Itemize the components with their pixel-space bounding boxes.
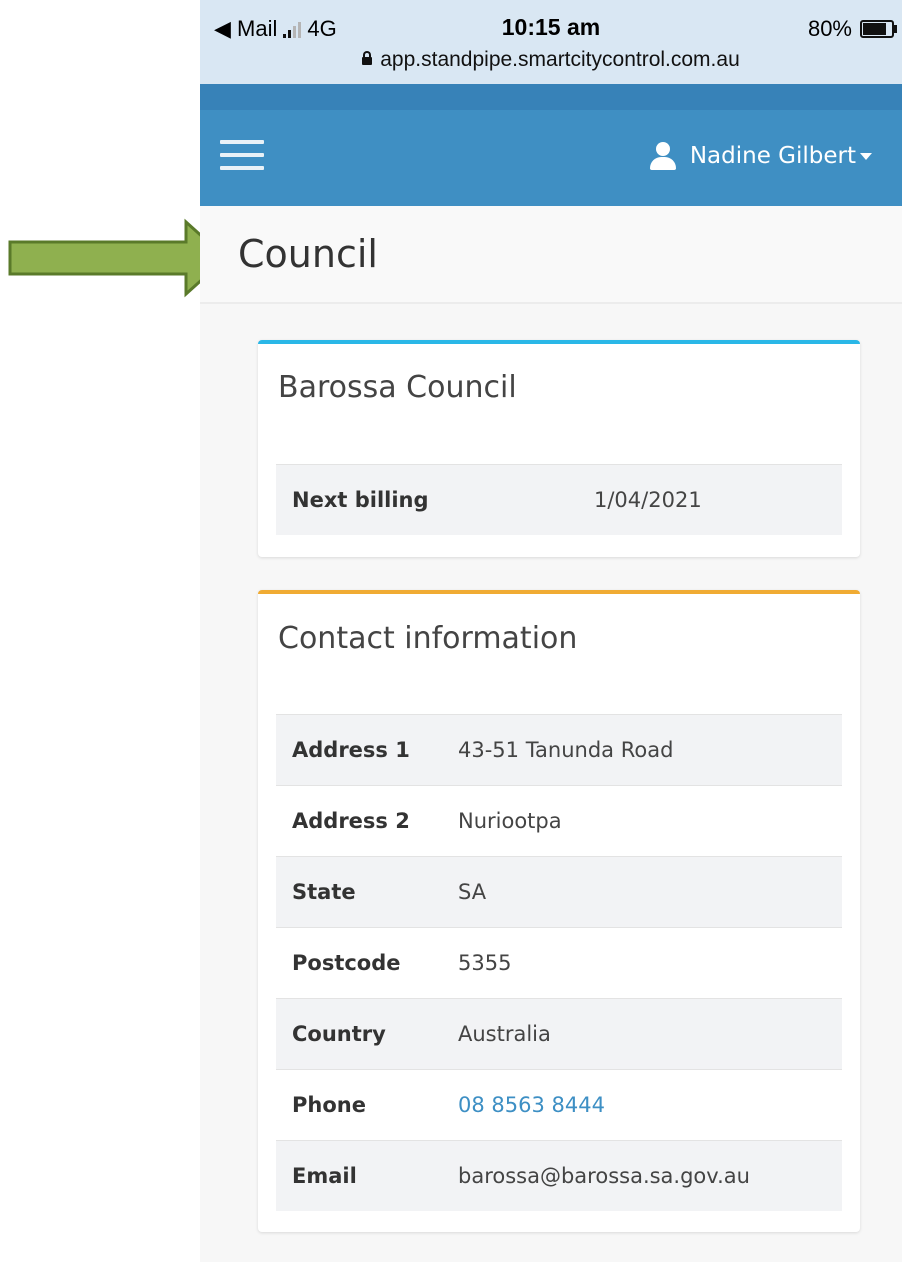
row-value: Australia	[442, 998, 842, 1070]
row-value: 43-51 Tanunda Road	[442, 714, 842, 786]
table-row: Address 2 Nuriootpa	[276, 785, 842, 857]
lock-icon	[362, 51, 373, 65]
row-value: barossa@barossa.sa.gov.au	[442, 1140, 842, 1211]
billing-table: Next billing 1/04/2021	[276, 464, 842, 535]
table-row: Postcode 5355	[276, 927, 842, 999]
battery-percent: 80%	[807, 16, 852, 41]
table-row: State SA	[276, 856, 842, 928]
top-navbar: Nadine Gilbert	[200, 84, 902, 206]
council-card-title: Barossa Council	[278, 370, 517, 405]
user-menu[interactable]: Nadine Gilbert	[649, 142, 872, 170]
status-time: 10:15 am	[501, 14, 601, 40]
green-arrow-annotation	[8, 218, 229, 298]
council-card: Barossa Council Next billing 1/04/2021	[258, 340, 860, 557]
address-bar[interactable]: app.standpipe.smartcitycontrol.com.au	[200, 48, 902, 72]
table-row: Next billing 1/04/2021	[276, 464, 842, 535]
user-name: Nadine Gilbert	[689, 143, 856, 169]
row-label: Phone	[276, 1069, 442, 1141]
row-label: Address 1	[276, 714, 442, 786]
page-title: Council	[238, 232, 378, 276]
row-value: 5355	[442, 927, 842, 999]
ios-status-bar: ◀ Mail 4G 10:15 am 80% app.standpipe.sma…	[200, 0, 902, 84]
phone-screen: ◀ Mail 4G 10:15 am 80% app.standpipe.sma…	[200, 0, 902, 1262]
row-value: Nuriootpa	[442, 785, 842, 857]
battery-icon	[860, 20, 897, 38]
user-icon	[649, 142, 676, 170]
row-value: 08 8563 8444	[442, 1069, 842, 1141]
row-label: Email	[276, 1140, 442, 1211]
navbar-strip	[200, 84, 902, 110]
table-row: Country Australia	[276, 998, 842, 1070]
page-header: Council	[200, 206, 902, 304]
table-row: Email barossa@barossa.sa.gov.au	[276, 1140, 842, 1211]
status-right: 80%	[807, 16, 897, 42]
phone-link[interactable]: 08 8563 8444	[458, 1093, 605, 1117]
row-label: Next billing	[276, 464, 578, 535]
contact-card: Contact information Address 1 43-51 Tanu…	[258, 590, 860, 1232]
row-label: Address 2	[276, 785, 442, 857]
contact-table: Address 1 43-51 Tanunda Road Address 2 N…	[276, 714, 842, 1211]
url-text: app.standpipe.smartcitycontrol.com.au	[380, 48, 740, 71]
row-label: State	[276, 856, 442, 928]
row-label: Country	[276, 998, 442, 1070]
row-value: SA	[442, 856, 842, 928]
hamburger-menu-icon[interactable]	[220, 140, 264, 170]
row-label: Postcode	[276, 927, 442, 999]
table-row: Phone 08 8563 8444	[276, 1069, 842, 1141]
contact-card-title: Contact information	[278, 621, 578, 656]
caret-down-icon	[860, 152, 872, 160]
table-row: Address 1 43-51 Tanunda Road	[276, 714, 842, 786]
row-value: 1/04/2021	[578, 464, 842, 535]
